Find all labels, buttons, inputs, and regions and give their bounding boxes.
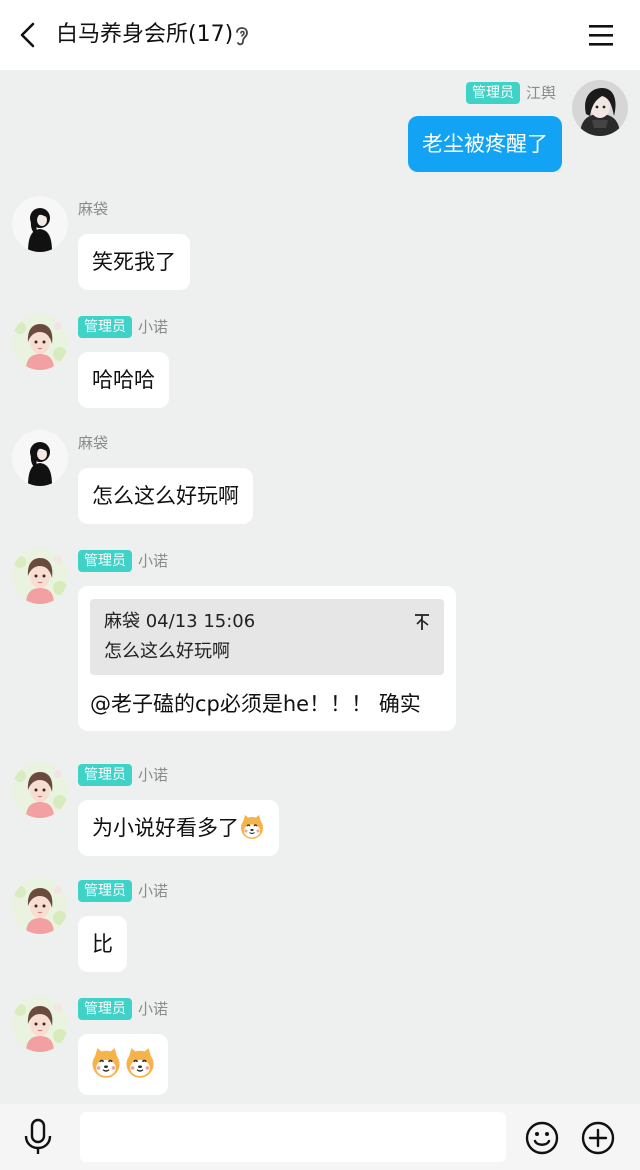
- sender-name[interactable]: 麻袋: [78, 198, 108, 220]
- sender-name[interactable]: 江舆: [526, 82, 556, 104]
- message-bubble[interactable]: 笑死我了: [78, 234, 190, 290]
- admin-badge: 管理员: [465, 82, 520, 104]
- message-bubble[interactable]: 比: [78, 916, 127, 972]
- message-bubble[interactable]: [78, 1034, 168, 1095]
- avatar[interactable]: [12, 762, 68, 818]
- back-arrow-icon[interactable]: [14, 20, 44, 50]
- menu-icon[interactable]: [586, 22, 616, 48]
- message-text: 笑死我了: [92, 250, 176, 274]
- sender-name[interactable]: 小诺: [138, 764, 168, 786]
- message-text: 老尘被疼醒了: [422, 132, 548, 156]
- avatar[interactable]: [12, 878, 68, 934]
- message-bubble[interactable]: 哈哈哈: [78, 352, 169, 408]
- header-bar: 白马养身会所(17): [0, 0, 640, 70]
- plus-icon[interactable]: [580, 1120, 616, 1156]
- avatar[interactable]: [572, 80, 628, 136]
- message-text: @老子磕的cp必须是he！！！ 确实: [90, 692, 421, 716]
- shiba-dog-emoji-icon: [240, 814, 264, 840]
- sender-name[interactable]: 小诺: [138, 316, 168, 338]
- message-meta: 管理员 江舆: [465, 82, 556, 104]
- message-text: 为小说好看多了: [92, 816, 239, 840]
- sender-name[interactable]: 麻袋: [78, 432, 108, 454]
- message-meta: 麻袋: [78, 432, 108, 454]
- message-bubble[interactable]: 麻袋 04/13 15:06 怎么这么好玩啊 @老子磕的cp必须是he！！！ 确…: [78, 586, 456, 731]
- sender-name[interactable]: 小诺: [138, 550, 168, 572]
- avatar[interactable]: [12, 548, 68, 604]
- chat-message-list[interactable]: 管理员 江舆 老尘被疼醒了 麻袋 笑死我了 管理员 小诺 哈哈哈 麻袋 怎么这么…: [0, 70, 640, 1104]
- message-text: 哈哈哈: [92, 368, 155, 392]
- quote-header: 麻袋 04/13 15:06: [104, 611, 256, 632]
- message-bubble[interactable]: 为小说好看多了: [78, 800, 279, 856]
- shiba-dog-emoji-icon: [91, 1047, 121, 1079]
- message-meta: 管理员 小诺: [78, 550, 168, 572]
- admin-badge: 管理员: [78, 316, 132, 338]
- sender-name[interactable]: 小诺: [138, 998, 168, 1020]
- message-bubble[interactable]: 老尘被疼醒了: [408, 116, 562, 172]
- message-text: 怎么这么好玩啊: [92, 484, 239, 508]
- ear-icon[interactable]: [233, 24, 251, 48]
- avatar[interactable]: [12, 996, 68, 1052]
- admin-badge: 管理员: [78, 550, 132, 572]
- admin-badge: 管理员: [78, 880, 132, 902]
- message-text: 比: [92, 932, 113, 956]
- collapse-icon[interactable]: [414, 613, 430, 631]
- message-input[interactable]: [80, 1112, 506, 1162]
- message-bubble[interactable]: 怎么这么好玩啊: [78, 468, 253, 524]
- avatar[interactable]: [12, 196, 68, 252]
- admin-badge: 管理员: [78, 764, 132, 786]
- shiba-dog-emoji-icon: [125, 1047, 155, 1079]
- message-meta: 管理员 小诺: [78, 998, 168, 1020]
- message-meta: 管理员 小诺: [78, 880, 168, 902]
- microphone-icon[interactable]: [22, 1118, 54, 1156]
- message-meta: 管理员 小诺: [78, 764, 168, 786]
- quote-text: 怎么这么好玩啊: [104, 641, 230, 662]
- input-bar: [0, 1104, 640, 1170]
- emoji-icon[interactable]: [524, 1120, 560, 1156]
- chat-title[interactable]: 白马养身会所(17): [56, 20, 233, 50]
- message-meta: 麻袋: [78, 198, 108, 220]
- avatar[interactable]: [12, 430, 68, 486]
- sender-name[interactable]: 小诺: [138, 880, 168, 902]
- admin-badge: 管理员: [78, 998, 132, 1020]
- quoted-message[interactable]: 麻袋 04/13 15:06 怎么这么好玩啊: [90, 599, 444, 675]
- message-meta: 管理员 小诺: [78, 316, 168, 338]
- avatar[interactable]: [12, 314, 68, 370]
